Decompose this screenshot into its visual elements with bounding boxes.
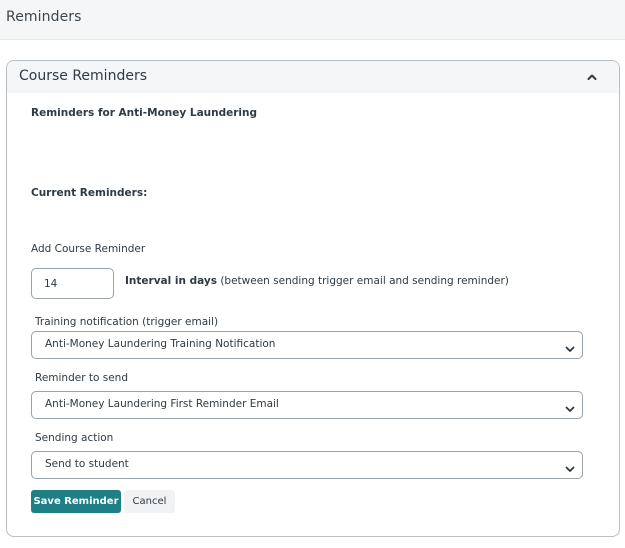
chevron-up-icon[interactable]	[585, 69, 599, 83]
sending-action-select[interactable]: Send to student	[31, 451, 583, 479]
trigger-email-label: Training notification (trigger email)	[35, 316, 219, 328]
add-reminder-label: Add Course Reminder	[31, 243, 146, 255]
page-title: Reminders	[6, 9, 82, 25]
save-reminder-button[interactable]: Save Reminder	[31, 490, 121, 513]
trigger-email-select[interactable]: Anti-Money Laundering Training Notificat…	[31, 331, 583, 359]
interval-label-bold: Interval in days	[125, 275, 217, 287]
reminder-to-send-label: Reminder to send	[35, 372, 128, 384]
course-reminders-panel: Course Reminders Reminders for Anti-Mone…	[6, 60, 620, 537]
current-reminders-label: Current Reminders:	[31, 187, 148, 199]
interval-days-input[interactable]	[31, 268, 114, 299]
reminder-to-send-select[interactable]: Anti-Money Laundering First Reminder Ema…	[31, 391, 583, 419]
sending-action-label: Sending action	[35, 432, 114, 444]
reminders-for-heading: Reminders for Anti-Money Laundering	[31, 107, 258, 119]
sending-action-selected: Send to student	[45, 458, 129, 470]
interval-label: Interval in days (between sending trigge…	[125, 275, 509, 287]
chevron-down-icon	[564, 460, 576, 472]
cancel-button[interactable]: Cancel	[124, 490, 175, 513]
panel-title: Course Reminders	[19, 68, 147, 84]
chevron-down-icon	[564, 340, 576, 352]
page-header: Reminders	[0, 0, 625, 40]
reminder-to-send-selected: Anti-Money Laundering First Reminder Ema…	[45, 398, 279, 410]
trigger-email-selected: Anti-Money Laundering Training Notificat…	[45, 338, 276, 350]
interval-label-hint: (between sending trigger email and sendi…	[217, 275, 509, 287]
panel-header[interactable]: Course Reminders	[7, 61, 619, 93]
chevron-down-icon	[564, 400, 576, 412]
